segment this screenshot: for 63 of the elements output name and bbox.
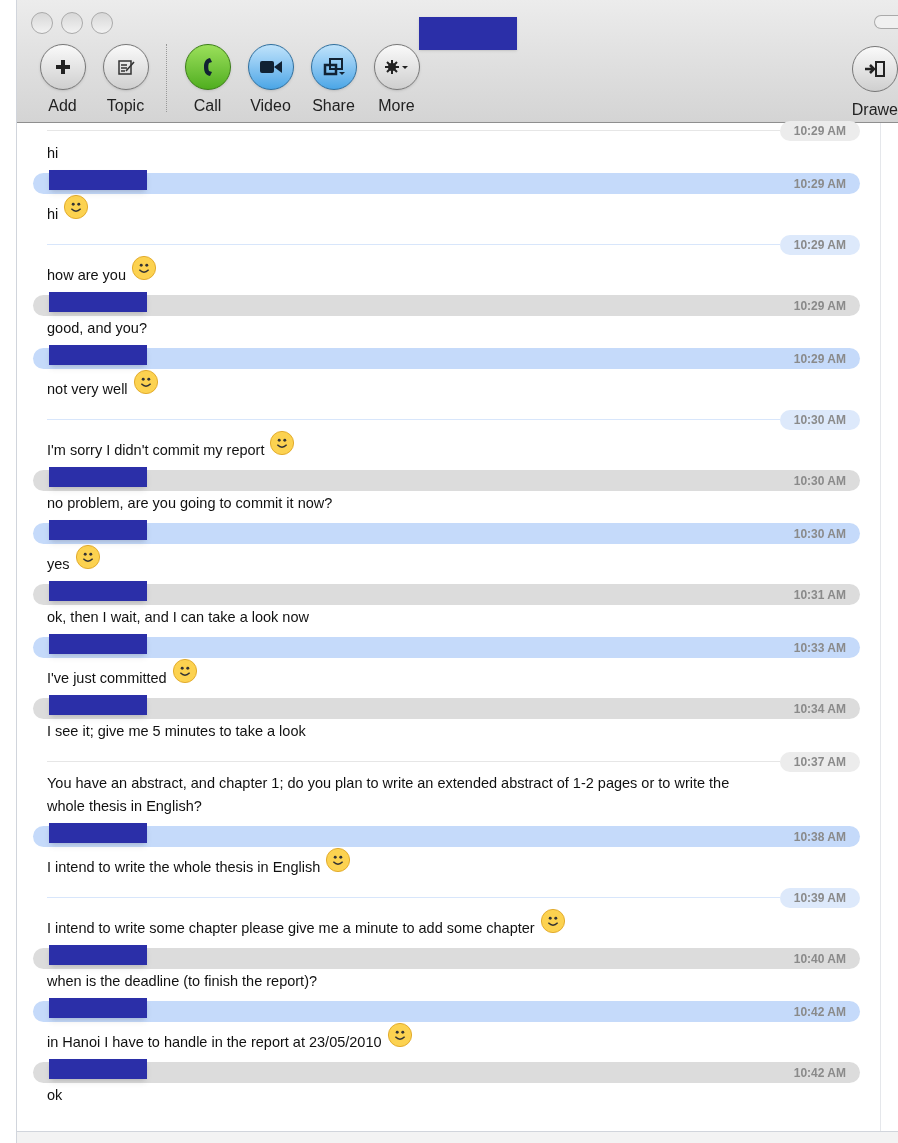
plus-icon <box>53 58 72 76</box>
arrow-into-panel-icon <box>863 60 886 78</box>
message-text: hi <box>47 205 59 224</box>
smiley-icon <box>74 544 101 570</box>
button-label[interactable]: Share <box>312 94 355 118</box>
message-text: yes <box>47 555 70 574</box>
button-label[interactable]: Call <box>193 94 222 118</box>
smiley-icon <box>269 430 296 456</box>
message-text: I've just committed <box>47 669 167 688</box>
smiley-icon <box>325 847 352 873</box>
timestamp: 10:29 AM <box>793 297 847 315</box>
button-label[interactable]: Add <box>48 94 77 118</box>
timestamp: 10:42 AM <box>793 1064 847 1082</box>
topic-button[interactable] <box>102 44 149 90</box>
timestamp: 10:29 AM <box>779 234 860 255</box>
timestamp: 10:29 AM <box>793 175 847 193</box>
timestamp: 10:29 AM <box>793 350 847 368</box>
gear-dropdown-icon <box>384 59 409 75</box>
smiley-icon <box>132 369 159 395</box>
message-text: ok, then I wait, and I can take a look now <box>47 608 309 627</box>
button-label[interactable]: More <box>378 94 415 118</box>
toolbar-toggle-button[interactable] <box>874 15 898 29</box>
message-text: not very well <box>47 380 128 399</box>
message-text: I intend to write some chapter please give me a minute to add some chapter <box>47 919 535 938</box>
message-text: I'm sorry I didn't commit my report <box>47 441 265 460</box>
timestamp: 10:30 AM <box>793 525 847 543</box>
note-pencil-icon <box>115 57 136 77</box>
message-text: I intend to write the whole thesis in English <box>47 858 321 877</box>
add-button[interactable] <box>39 44 86 90</box>
message-text: no problem, are you going to commit it now? <box>47 494 333 513</box>
drawer-button[interactable] <box>851 46 898 92</box>
button-label[interactable]: Drawe <box>851 98 898 122</box>
video-camera-icon <box>258 59 283 75</box>
timestamp: 10:39 AM <box>779 887 860 908</box>
timestamp: 10:38 AM <box>793 828 847 846</box>
call-button[interactable] <box>184 44 231 90</box>
timestamp: 10:30 AM <box>779 409 860 430</box>
timestamp: 10:30 AM <box>793 472 847 490</box>
smiley-icon <box>171 658 198 684</box>
smiley-icon <box>386 1022 413 1048</box>
smiley-icon <box>131 255 157 281</box>
message-text: hi <box>47 144 59 163</box>
message-text: in Hanoi I have to handle in the report at 23/05/2010 <box>47 1033 382 1052</box>
message-text: ok <box>47 1086 63 1105</box>
message-text: how are you <box>47 266 126 285</box>
button-label[interactable]: Video <box>250 94 291 118</box>
smiley-icon <box>63 194 90 220</box>
share-windows-icon <box>322 57 345 77</box>
message-text: good, and you? <box>47 319 147 338</box>
smiley-icon <box>539 908 566 934</box>
timestamp: 10:33 AM <box>793 639 847 657</box>
timestamp: 10:40 AM <box>793 950 847 968</box>
video-button[interactable] <box>247 44 294 90</box>
message-text: You have an abstract, and chapter 1; do you plan to write an extended abstract of 1-2 pages or to write the whole thesis in English? <box>47 774 731 816</box>
message-text: when is the deadline (to finish the report)? <box>47 972 318 991</box>
timestamp: 10:34 AM <box>793 700 847 718</box>
timestamp: 10:42 AM <box>793 1003 847 1021</box>
message-text: I see it; give me 5 minutes to take a look <box>47 722 306 741</box>
button-label[interactable]: Topic <box>106 94 145 118</box>
more-button[interactable] <box>373 44 420 90</box>
timestamp: 10:31 AM <box>793 586 847 604</box>
share-button[interactable] <box>310 44 357 90</box>
timestamp: 10:37 AM <box>779 751 860 772</box>
